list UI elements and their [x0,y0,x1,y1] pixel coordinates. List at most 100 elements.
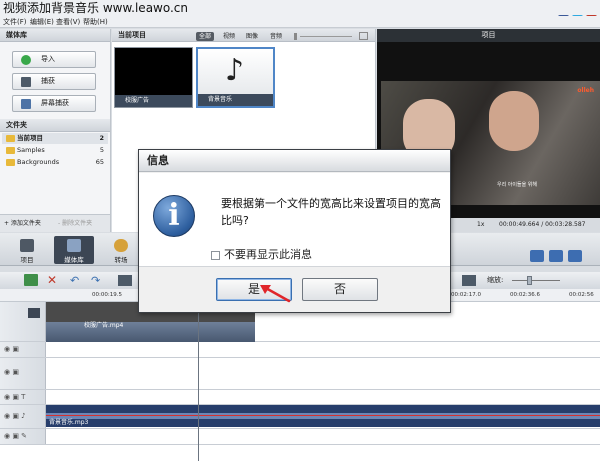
folder-count: 65 [95,158,104,166]
import-label: 导入 [41,55,55,63]
media-item-audio[interactable]: ♪ 背景音乐 [196,47,275,108]
folder-actions: + 添加文件夹 - 删除文件夹 [0,214,110,232]
folder-count: 2 [99,134,104,142]
timeline-zoom-slider[interactable] [512,280,560,281]
delete-icon[interactable]: ✕ [47,272,57,289]
folder-name: Samples [17,146,45,154]
microphone-icon[interactable]: ◉ ▣ ✎ [4,432,27,440]
undo-icon[interactable]: ↶ [70,272,79,289]
dialog-body: i 要根据第一个文件的宽高比来设置项目的宽高比吗? 不要再显示此消息 [139,173,450,267]
eye-lock-icon[interactable]: ◉ ▣ [4,345,19,353]
filter-image[interactable]: 图像 [243,32,261,41]
mode-label: 项目 [20,256,34,264]
info-icon: i [153,195,195,237]
track-header [0,302,46,341]
menu-bar: 文件(F) 编辑(E) 查看(V) 帮助(H) [0,16,600,28]
window-title: 视频添加背景音乐 www.leawo.cn [3,1,189,15]
mode-media-library[interactable]: 媒体库 [54,236,94,264]
mode-label: 转场 [114,256,128,264]
video-track-icon [28,308,40,318]
dialog-title: 信息 [139,150,450,172]
zoom-slider-thumb[interactable] [527,276,532,285]
info-dialog: 信息 i 要根据第一个文件的宽高比来设置项目的宽高比吗? 不要再显示此消息 是 … [138,149,451,313]
zoom-label: 缩放: [487,276,504,284]
audio-clip-label: 背景音乐.mp3 [49,419,89,426]
folder-icon [6,135,15,142]
person-right [489,91,539,151]
folders-header: 文件夹 [0,119,110,132]
video-clip-waveform [46,322,255,342]
screen-capture-label: 屏幕捕获 [41,99,69,107]
video-thumbnail [115,48,192,95]
media-item-video[interactable]: 校服广告 [114,47,193,108]
audio-thumbnail: ♪ [198,49,273,96]
mode-project[interactable]: 项目 [7,236,47,264]
red-arrow-icon [260,285,291,303]
screen-icon [21,99,31,109]
track-header: ◉ ▣ [0,358,46,389]
screen-capture-button[interactable]: 屏幕捕获 [12,95,96,112]
mode-transitions[interactable]: 转场 [101,236,141,264]
media-library-sidebar: 媒体库 导入 捕获 屏幕捕获 文件夹 当前项目 2 Samples 5 Back… [0,29,111,232]
zoom-large-icon [359,32,368,40]
menu-edit[interactable]: 编辑(E) [30,17,54,27]
music-note-icon: ♪ [225,53,245,88]
effect-track: ◉ ▣ [0,342,600,358]
voice-track: ◉ ▣ ✎ [0,429,600,445]
filter-audio[interactable]: 音频 [267,32,285,41]
ruler-tick: 00:02:56 [569,292,594,298]
video-subtitle: 우리 아이들을 위해 [497,182,537,188]
capture-label: 捕获 [41,77,55,85]
preview-header: 项目 [377,29,600,42]
redo-icon[interactable]: ↷ [91,272,100,289]
folder-icon [6,159,15,166]
folder-icon [6,147,15,154]
zoom-small-icon [294,33,297,40]
import-button[interactable]: 导入 [12,51,96,68]
folder-item[interactable]: 当前项目 2 [2,133,108,144]
eye-lock-icon[interactable]: ◉ ▣ [4,368,19,376]
media-item-label: 背景音乐 [198,94,273,106]
playhead[interactable] [198,302,199,461]
thumb-size-slider[interactable] [300,36,352,37]
volume-line[interactable] [46,415,600,416]
speed-label: 1x [477,221,485,228]
camera-icon [21,77,31,87]
folder-count: 5 [99,146,104,154]
folder-name: Backgrounds [17,158,60,166]
track-header: ◉ ▣ ✎ [0,429,46,444]
audio-track-icon[interactable]: ◉ ▣ ♪ [4,412,26,420]
fullscreen-icon[interactable] [530,250,544,262]
monitor-icon[interactable] [462,275,476,286]
volume-icon[interactable] [568,250,582,262]
ruler-tick: 00:02:36.6 [510,292,540,298]
filter-video[interactable]: 视频 [220,32,238,41]
plus-icon [21,55,31,65]
dont-show-checkbox[interactable] [211,251,220,260]
dont-show-label: 不要再显示此消息 [224,248,312,261]
menu-view[interactable]: 查看(V) [56,17,80,27]
folder-item[interactable]: Samples 5 [2,145,108,156]
menu-help[interactable]: 帮助(H) [83,17,108,27]
folder-name: 当前项目 [17,134,43,142]
project-icon [20,239,34,252]
filter-all[interactable]: 全部 [196,32,215,41]
delete-folder-button[interactable]: - 删除文件夹 [58,219,92,229]
snapshot-icon[interactable] [549,250,563,262]
split-icon[interactable] [118,275,132,286]
capture-button[interactable]: 捕获 [12,73,96,90]
ruler-tick: 00:02:17.0 [451,292,481,298]
no-button[interactable]: 否 [302,278,378,301]
folder-item[interactable]: Backgrounds 65 [2,157,108,168]
transition-icon [114,239,128,252]
audio-clip[interactable]: 背景音乐.mp3 [46,405,600,427]
mode-label: 媒体库 [64,256,84,264]
menu-file[interactable]: 文件(F) [3,17,27,27]
overlay-track: ◉ ▣ [0,358,600,390]
time-readout: 00:00:49.664 / 00:03:28.587 [499,221,586,228]
add-to-timeline-icon[interactable] [24,274,38,286]
channel-logo: olleh [577,87,594,94]
ruler-tick: 00:00:19.5 [92,292,122,298]
text-track-icon[interactable]: ◉ ▣ T [4,393,25,401]
add-folder-button[interactable]: + 添加文件夹 [4,219,41,229]
